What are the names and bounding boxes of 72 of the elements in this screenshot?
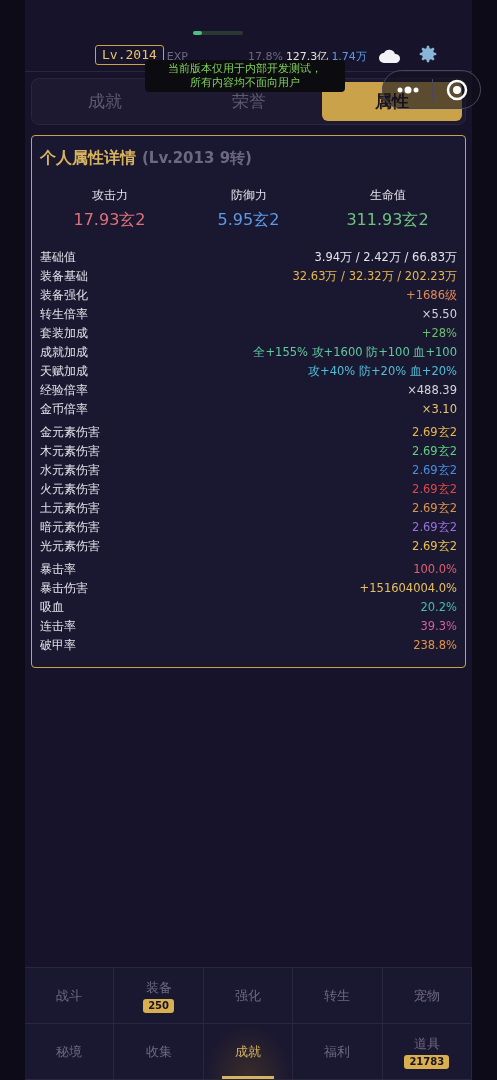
more-icon[interactable] [397, 85, 419, 94]
count-badge: 21783 [404, 1055, 450, 1070]
attribute-value: ×5.50 [421, 305, 457, 323]
attribute-value: 2.69玄2 [412, 499, 457, 517]
attribute-value: 攻+40% 防+20% 血+20% [308, 362, 457, 380]
nav-item[interactable]: 秘境 [25, 1024, 115, 1080]
attribute-value: ×3.10 [421, 400, 457, 418]
attribute-label: 套装加成 [40, 324, 88, 342]
attribute-label: 水元素伤害 [40, 461, 100, 479]
close-icon[interactable] [446, 78, 468, 101]
gem-amount: 1.74万 [331, 48, 367, 65]
attribute-value: ×488.39 [407, 381, 457, 399]
stat-label: 防御力 [230, 187, 267, 204]
attribute-value: 39.3% [420, 617, 457, 635]
attribute-label: 天赋加成 [40, 362, 88, 380]
notice-text: 当前版本仅用于内部开发测试， [168, 62, 322, 76]
attribute-value: 2.69玄2 [412, 537, 457, 555]
tab[interactable]: 成就 [35, 82, 175, 121]
attribute-value: 20.2% [420, 598, 457, 616]
nav-item[interactable]: 转生 [293, 968, 383, 1024]
attribute-label: 火元素伤害 [40, 480, 100, 498]
nav-item[interactable]: 宠物 [382, 968, 472, 1024]
attribute-label: 连击率 [40, 617, 76, 635]
attribute-label: 转生倍率 [40, 305, 88, 323]
attribute-label: 木元素伤害 [40, 442, 100, 460]
attribute-value: 32.63万 / 32.32万 / 202.23万 [292, 267, 457, 285]
attribute-label: 金币倍率 [40, 400, 88, 418]
stat-label: 攻击力 [91, 187, 128, 204]
nav-item[interactable]: 道具 21783 [382, 1024, 472, 1080]
attribute-label: 成就加成 [40, 343, 88, 361]
attribute-value: 2.69玄2 [412, 442, 457, 460]
attribute-value: 3.94万 / 2.42万 / 66.83万 [314, 248, 457, 266]
stat-label: 生命值 [369, 187, 406, 204]
count-badge: 250 [143, 999, 175, 1014]
stat-value: 17.93玄2 [73, 209, 146, 231]
card-subtitle: (Lv.2013 9转) [142, 148, 252, 169]
attribute-label: 装备强化 [40, 286, 88, 304]
attribute-label: 暴击率 [40, 560, 76, 578]
attribute-label: 基础值 [40, 248, 76, 266]
attribute-value: 2.69玄2 [412, 461, 457, 479]
attribute-label: 暴击伤害 [40, 579, 88, 597]
attribute-label: 装备基础 [40, 267, 88, 285]
attribute-label: 金元素伤害 [40, 423, 100, 441]
attribute-label: 土元素伤害 [40, 499, 100, 517]
exp-label: EXP [166, 48, 188, 63]
nav-item[interactable]: 装备 250 [114, 968, 204, 1024]
attribute-label: 经验倍率 [40, 381, 88, 399]
card-title: 个人属性详情 [40, 147, 136, 169]
attribute-label: 暗元素伤害 [40, 518, 100, 536]
attribute-value: +151604004.0% [359, 579, 457, 597]
stat-value: 5.95玄2 [217, 209, 280, 231]
attribute-value: 2.69玄2 [412, 480, 457, 498]
nav-item[interactable]: 战斗 [25, 968, 115, 1024]
attribute-value: 238.8% [413, 636, 457, 654]
nav-item[interactable]: 成就 [203, 1024, 294, 1080]
attribute-value: +28% [421, 324, 457, 342]
cloud-icon[interactable] [377, 48, 402, 64]
coin-amount: 127.3亿 [285, 48, 329, 63]
selected-indicator [222, 1076, 274, 1079]
stat-value: 311.93玄2 [346, 209, 429, 231]
attribute-value: 2.69玄2 [412, 518, 457, 536]
attribute-value: 全+155% 攻+1600 防+100 血+100 [253, 343, 457, 361]
attribute-value: +1686级 [406, 286, 457, 304]
attribute-value: 2.69玄2 [412, 423, 457, 441]
attribute-label: 破甲率 [40, 636, 76, 654]
nav-item[interactable]: 福利 [293, 1024, 383, 1080]
attribute-label: 光元素伤害 [40, 537, 100, 555]
nav-item[interactable]: 收集 [114, 1024, 204, 1080]
exp-percent: 17.8% [247, 48, 283, 63]
attribute-value: 100.0% [413, 560, 457, 578]
notice-text: 所有内容均不面向用户 [190, 76, 300, 90]
attribute-label: 吸血 [40, 598, 64, 616]
